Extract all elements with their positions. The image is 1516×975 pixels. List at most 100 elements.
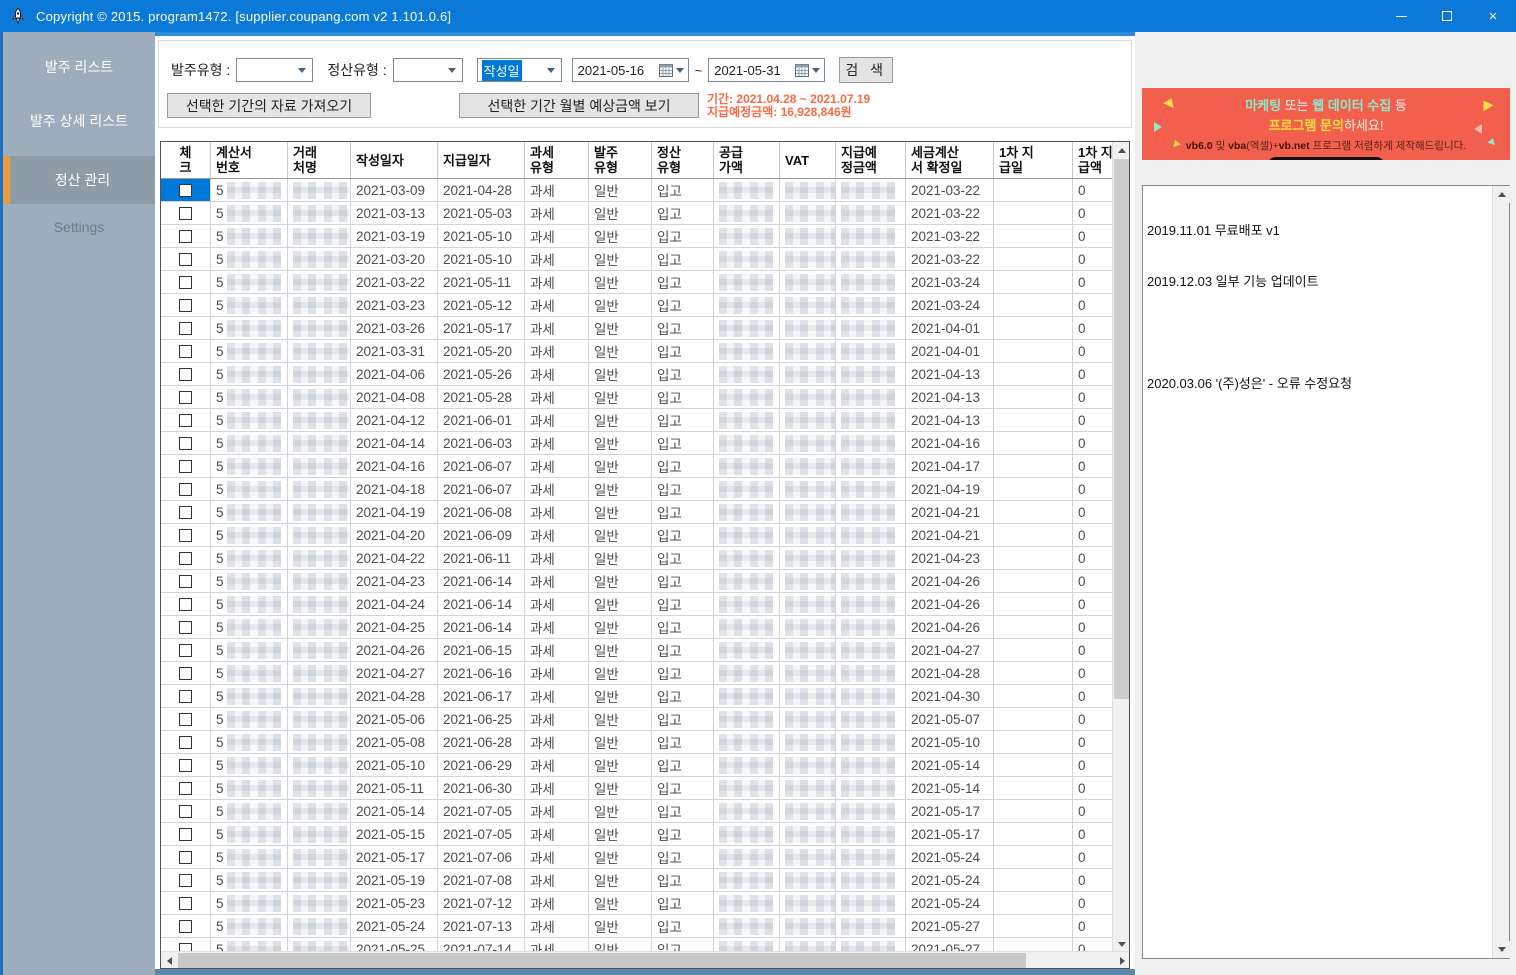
ad-banner[interactable]: 마케팅 또는 웹 데이터 수집 등 프로그램 문의하세요! vb6.0 및 vb… bbox=[1142, 88, 1510, 160]
row-select-cell[interactable] bbox=[161, 639, 211, 662]
row-select-cell[interactable] bbox=[161, 685, 211, 708]
column-header-pay-date[interactable]: 지급일자 bbox=[438, 142, 525, 178]
calendar-icon[interactable] bbox=[795, 64, 824, 77]
row-select-cell[interactable] bbox=[161, 823, 211, 846]
table-row[interactable]: 5 2021-05-19 2021-07-08 과세 일반 입고 2021-05… bbox=[161, 869, 1114, 892]
settle-type-select[interactable] bbox=[393, 58, 463, 82]
row-checkbox[interactable] bbox=[179, 828, 192, 841]
column-header-vendor[interactable]: 거래 처명 bbox=[288, 142, 351, 178]
table-row[interactable]: 5 2021-03-26 2021-05-17 과세 일반 입고 2021-04… bbox=[161, 317, 1114, 340]
row-checkbox[interactable] bbox=[179, 506, 192, 519]
row-checkbox[interactable] bbox=[179, 805, 192, 818]
row-checkbox[interactable] bbox=[179, 345, 192, 358]
row-checkbox[interactable] bbox=[179, 184, 192, 197]
fetch-period-data-button[interactable]: 선택한 기간의 자료 가져오기 bbox=[167, 93, 371, 118]
changelog-scrollbar[interactable] bbox=[1492, 186, 1509, 958]
vertical-scroll-thumb[interactable] bbox=[1114, 159, 1129, 699]
sidebar-item-settings[interactable]: Settings bbox=[3, 204, 155, 250]
row-select-cell[interactable] bbox=[161, 501, 211, 524]
table-row[interactable]: 5 2021-04-25 2021-06-14 과세 일반 입고 2021-04… bbox=[161, 616, 1114, 639]
scroll-up-arrow-icon[interactable] bbox=[1113, 142, 1130, 159]
scroll-down-arrow-icon[interactable] bbox=[1493, 941, 1510, 958]
table-row[interactable]: 5 2021-03-23 2021-05-12 과세 일반 입고 2021-03… bbox=[161, 294, 1114, 317]
row-checkbox[interactable] bbox=[179, 552, 192, 565]
order-type-select[interactable] bbox=[236, 58, 313, 82]
monthly-estimate-button[interactable]: 선택한 기간 월별 예상금액 보기 bbox=[459, 93, 699, 118]
row-checkbox[interactable] bbox=[179, 736, 192, 749]
row-select-cell[interactable] bbox=[161, 777, 211, 800]
table-row[interactable]: 5 2021-05-15 2021-07-05 과세 일반 입고 2021-05… bbox=[161, 823, 1114, 846]
row-select-cell[interactable] bbox=[161, 708, 211, 731]
row-select-cell[interactable] bbox=[161, 616, 211, 639]
column-header-check[interactable]: 체 크 bbox=[161, 142, 211, 178]
banner-contact-pill[interactable]: 문의 - 카톡 : vbnvba bbox=[1267, 157, 1385, 160]
table-row[interactable]: 5 2021-04-20 2021-06-09 과세 일반 입고 2021-04… bbox=[161, 524, 1114, 547]
row-select-cell[interactable] bbox=[161, 570, 211, 593]
table-row[interactable]: 5 2021-05-24 2021-07-13 과세 일반 입고 2021-05… bbox=[161, 915, 1114, 938]
column-header-created-date[interactable]: 작성일자 bbox=[351, 142, 438, 178]
row-checkbox[interactable] bbox=[179, 391, 192, 404]
row-checkbox[interactable] bbox=[179, 667, 192, 680]
table-row[interactable]: 5 2021-04-23 2021-06-14 과세 일반 입고 2021-04… bbox=[161, 570, 1114, 593]
row-select-cell[interactable] bbox=[161, 662, 211, 685]
row-select-cell[interactable] bbox=[161, 800, 211, 823]
row-checkbox[interactable] bbox=[179, 207, 192, 220]
row-select-cell[interactable] bbox=[161, 915, 211, 938]
row-select-cell[interactable] bbox=[161, 317, 211, 340]
row-select-cell[interactable] bbox=[161, 409, 211, 432]
row-checkbox[interactable] bbox=[179, 230, 192, 243]
row-checkbox[interactable] bbox=[179, 598, 192, 611]
minimize-button[interactable] bbox=[1378, 0, 1424, 32]
sidebar-item-settlement-management[interactable]: 정산 관리 bbox=[3, 156, 155, 204]
row-checkbox[interactable] bbox=[179, 851, 192, 864]
sidebar-item-order-detail-list[interactable]: 발주 상세 리스트 bbox=[3, 98, 155, 144]
row-checkbox[interactable] bbox=[179, 529, 192, 542]
row-select-cell[interactable] bbox=[161, 869, 211, 892]
horizontal-scrollbar[interactable] bbox=[161, 951, 1130, 968]
sidebar-item-order-list[interactable]: 발주 리스트 bbox=[3, 44, 155, 90]
table-row[interactable]: 5 2021-04-28 2021-06-17 과세 일반 입고 2021-04… bbox=[161, 685, 1114, 708]
row-checkbox[interactable] bbox=[179, 690, 192, 703]
calendar-icon[interactable] bbox=[659, 64, 688, 77]
table-row[interactable]: 5 2021-04-19 2021-06-08 과세 일반 입고 2021-04… bbox=[161, 501, 1114, 524]
date-to-picker[interactable]: 2021-05-31 bbox=[708, 58, 825, 82]
row-checkbox[interactable] bbox=[179, 621, 192, 634]
table-row[interactable]: 5 2021-05-08 2021-06-28 과세 일반 입고 2021-05… bbox=[161, 731, 1114, 754]
search-button[interactable]: 검 색 bbox=[839, 57, 893, 83]
row-checkbox[interactable] bbox=[179, 414, 192, 427]
scroll-left-arrow-icon[interactable] bbox=[161, 952, 178, 969]
table-row[interactable]: 5 2021-03-09 2021-04-28 과세 일반 입고 2021-03… bbox=[161, 179, 1114, 202]
row-select-cell[interactable] bbox=[161, 225, 211, 248]
row-select-cell[interactable] bbox=[161, 731, 211, 754]
scroll-up-arrow-icon[interactable] bbox=[1493, 186, 1510, 203]
row-select-cell[interactable] bbox=[161, 248, 211, 271]
row-select-cell[interactable] bbox=[161, 294, 211, 317]
row-checkbox[interactable] bbox=[179, 299, 192, 312]
table-row[interactable]: 5 2021-05-10 2021-06-29 과세 일반 입고 2021-05… bbox=[161, 754, 1114, 777]
table-row[interactable]: 5 2021-03-31 2021-05-20 과세 일반 입고 2021-04… bbox=[161, 340, 1114, 363]
row-checkbox[interactable] bbox=[179, 644, 192, 657]
table-row[interactable]: 5 2021-04-12 2021-06-01 과세 일반 입고 2021-04… bbox=[161, 409, 1114, 432]
table-row[interactable]: 5 2021-05-17 2021-07-06 과세 일반 입고 2021-05… bbox=[161, 846, 1114, 869]
row-checkbox[interactable] bbox=[179, 276, 192, 289]
column-header-expected-amount[interactable]: 지급예 정금액 bbox=[836, 142, 906, 178]
row-select-cell[interactable] bbox=[161, 524, 211, 547]
row-select-cell[interactable] bbox=[161, 892, 211, 915]
table-row[interactable]: 5 2021-04-22 2021-06-11 과세 일반 입고 2021-04… bbox=[161, 547, 1114, 570]
row-checkbox[interactable] bbox=[179, 483, 192, 496]
table-row[interactable]: 5 2021-04-14 2021-06-03 과세 일반 입고 2021-04… bbox=[161, 432, 1114, 455]
row-select-cell[interactable] bbox=[161, 846, 211, 869]
table-row[interactable]: 5 2021-03-20 2021-05-10 과세 일반 입고 2021-03… bbox=[161, 248, 1114, 271]
row-select-cell[interactable] bbox=[161, 754, 211, 777]
table-row[interactable]: 5 2021-04-06 2021-05-26 과세 일반 입고 2021-04… bbox=[161, 363, 1114, 386]
column-header-settle-type[interactable]: 정산 유형 bbox=[652, 142, 714, 178]
table-row[interactable]: 5 2021-04-27 2021-06-16 과세 일반 입고 2021-04… bbox=[161, 662, 1114, 685]
row-checkbox[interactable] bbox=[179, 920, 192, 933]
column-header-vat[interactable]: VAT bbox=[780, 142, 836, 178]
row-select-cell[interactable] bbox=[161, 455, 211, 478]
column-header-first-pay-date[interactable]: 1차 지 급일 bbox=[994, 142, 1073, 178]
table-row[interactable]: 5 2021-05-14 2021-07-05 과세 일반 입고 2021-05… bbox=[161, 800, 1114, 823]
column-header-invoice-no[interactable]: 계산서 번호 bbox=[211, 142, 288, 178]
table-row[interactable]: 5 2021-03-13 2021-05-03 과세 일반 입고 2021-03… bbox=[161, 202, 1114, 225]
table-row[interactable]: 5 2021-04-16 2021-06-07 과세 일반 입고 2021-04… bbox=[161, 455, 1114, 478]
